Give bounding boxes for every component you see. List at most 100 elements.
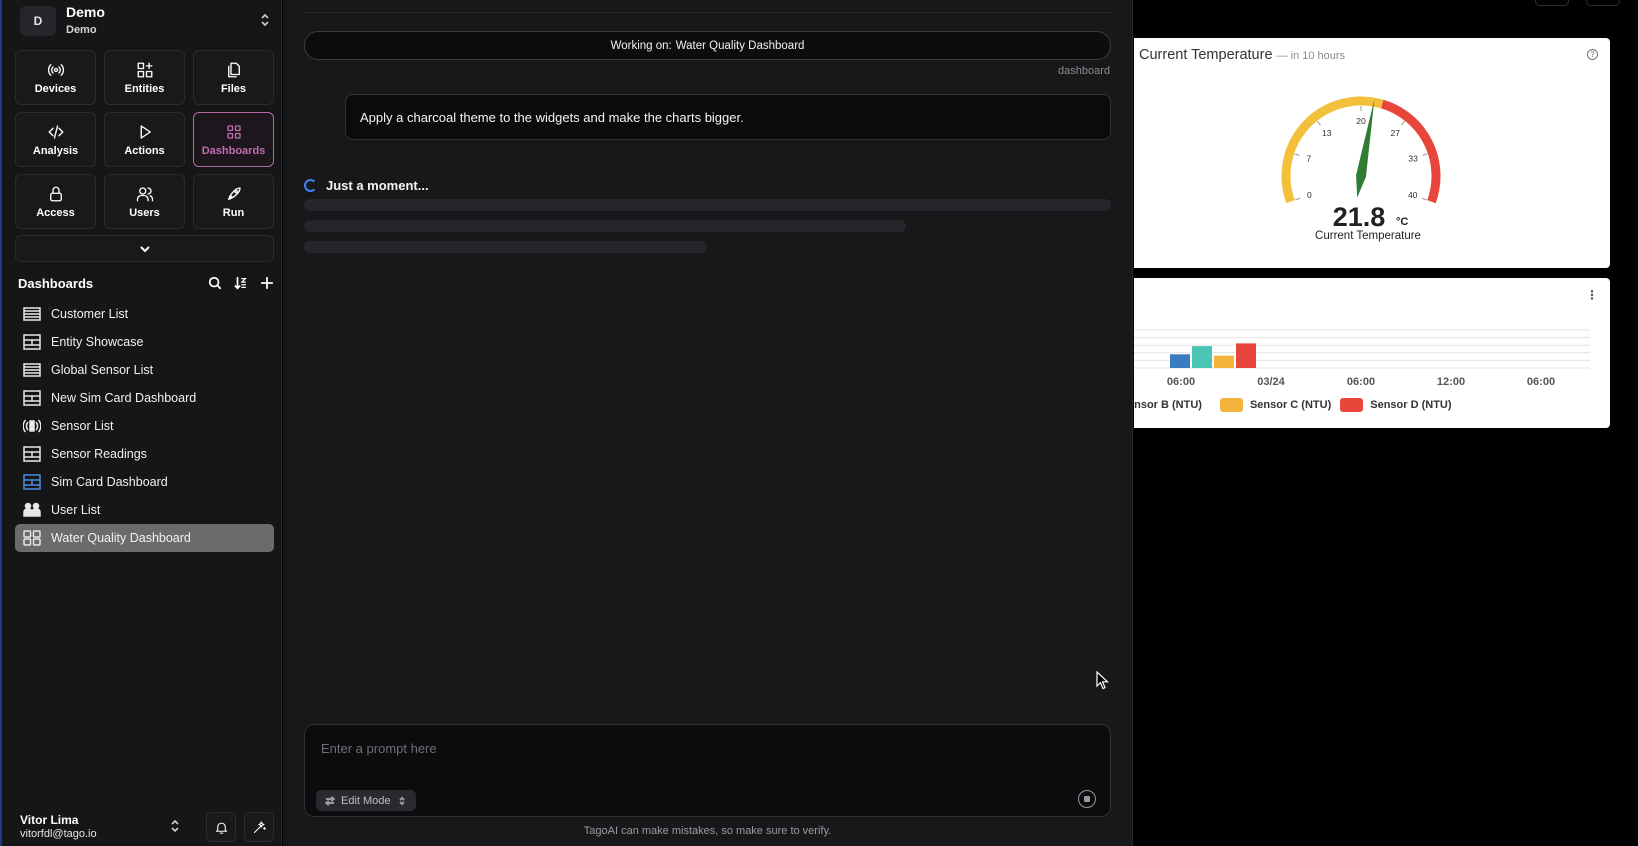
nav-label: Actions <box>124 144 165 157</box>
chart-bar <box>1192 346 1212 368</box>
ai-chat-panel: Working on: Water Quality Dashboard dash… <box>283 0 1133 846</box>
disclaimer: TagoAI can make mistakes, so make sure t… <box>583 825 832 837</box>
dashboard-item[interactable]: Customer List <box>15 300 274 328</box>
devices-icon <box>47 63 64 76</box>
nav-label: Users <box>129 206 160 219</box>
gauge-tick-mark <box>1401 120 1405 126</box>
chart-x-ticks: 06:00 03/24 06:00 12:00 06:00 <box>1167 376 1555 388</box>
nav-label: Dashboards <box>201 144 266 157</box>
user-message: Apply a charcoal theme to the widgets an… <box>345 94 1111 140</box>
chart-bar <box>1214 355 1234 368</box>
dashboard-item-active[interactable]: Water Quality Dashboard <box>15 524 274 552</box>
legend-item[interactable]: Sensor D (NTU) <box>1340 398 1452 412</box>
people-icon <box>23 502 41 518</box>
sidebar: D Demo Demo Devices Entities Files Analy… <box>0 0 282 846</box>
table-icon <box>23 306 41 322</box>
dashboard-item[interactable]: Entity Showcase <box>15 328 274 356</box>
gauge-label: Current Temperature <box>1315 230 1421 242</box>
nav-run[interactable]: Run <box>193 174 274 229</box>
broadcast-icon <box>22 418 42 434</box>
ai-assistant-button[interactable] <box>244 812 274 842</box>
chart-x-tick-label: 12:00 <box>1437 376 1465 388</box>
dashboard-item-label: Global Sensor List <box>51 363 154 377</box>
dashboard-item[interactable]: User List <box>15 496 274 524</box>
bar-chart: 06:00 03/24 06:00 12:00 06:00 <box>1134 329 1590 388</box>
stop-button[interactable] <box>1078 790 1096 808</box>
gauge-tick-mark <box>1317 120 1321 126</box>
nav-label: Analysis <box>32 144 79 157</box>
org-subtitle: Demo <box>66 24 97 36</box>
sort-icon[interactable] <box>234 276 248 290</box>
nav-label: Entities <box>124 82 165 95</box>
prompt-input[interactable] <box>321 737 1081 759</box>
nav-actions[interactable]: Actions <box>104 112 185 167</box>
dashboard-item[interactable]: Global Sensor List <box>15 356 274 384</box>
grid-icon <box>23 530 41 546</box>
chevron-down-icon <box>139 245 150 252</box>
legend-item[interactable]: ensor B (NTU) <box>1134 399 1202 411</box>
working-title: Water Quality Dashboard <box>675 39 805 52</box>
dashboard-item[interactable]: Sensor List <box>15 412 274 440</box>
files-icon <box>227 62 240 77</box>
chart-bar <box>1170 354 1190 368</box>
nav-users[interactable]: Users <box>104 174 185 229</box>
nav-label: Files <box>220 82 247 95</box>
legend-label: Sensor C (NTU) <box>1249 399 1332 411</box>
dashboard-item[interactable]: New Sim Card Dashboard <box>15 384 274 412</box>
user-email: vitorfdl@tago.io <box>20 828 97 840</box>
gauge-widget: Current Temperature — in 10 hours ? 0 7 13… <box>1134 38 1610 268</box>
lock-icon <box>49 186 62 201</box>
chart-bar <box>1236 343 1256 368</box>
dashboards-header: Dashboards <box>18 274 274 292</box>
nav-label: Devices <box>34 82 77 95</box>
entities-icon <box>137 62 152 77</box>
nav-devices[interactable]: Devices <box>15 50 96 105</box>
gauge-tick-label: 40 <box>1408 190 1418 200</box>
nav-entities[interactable]: Entities <box>104 50 185 105</box>
toolbar-button[interactable] <box>1535 0 1569 6</box>
edit-mode-select[interactable]: Edit Mode <box>316 790 416 811</box>
search-icon[interactable] <box>208 276 222 290</box>
nav-access[interactable]: Access <box>15 174 96 229</box>
notifications-button[interactable] <box>206 812 236 842</box>
nav-label: Access <box>36 206 75 219</box>
mouse-cursor-icon <box>1096 671 1110 690</box>
layout-blue-icon <box>23 474 41 490</box>
rocket-icon <box>227 186 241 200</box>
skeleton-line <box>304 220 906 232</box>
gauge-tick-mark <box>1294 153 1300 156</box>
plus-icon[interactable] <box>260 276 274 290</box>
dashboard-item-label: Sensor List <box>51 419 114 433</box>
working-on-banner: Working on: Water Quality Dashboard <box>304 31 1111 60</box>
org-avatar: D <box>20 6 56 36</box>
nav-files[interactable]: Files <box>193 50 274 105</box>
dashboard-item[interactable]: Sensor Readings <box>15 440 274 468</box>
dashboard-item-label: Sim Card Dashboard <box>51 475 168 489</box>
legend-item[interactable]: Sensor C (NTU) <box>1219 398 1332 412</box>
user-menu: Vitor Lima vitorfdl@tago.io <box>20 812 274 842</box>
bar-chart-widget: ⋮ 06:00 03/24 06:00 12:00 06:00 ensor B (NTU… <box>1134 278 1610 428</box>
chevron-updown-icon[interactable] <box>260 13 270 30</box>
chevron-updown-icon[interactable] <box>170 819 180 836</box>
grid-icon <box>226 124 241 139</box>
chart-bars <box>1170 343 1256 368</box>
nav-expand-button[interactable] <box>15 235 274 262</box>
gauge-chart: 0 7 13 20 27 33 40 21.8 °C Current Temperature <box>1281 96 1441 242</box>
nav-dashboards[interactable]: Dashboards <box>193 112 274 167</box>
dashboard-item[interactable]: Sim Card Dashboard <box>15 468 274 496</box>
gauge-tick-label: 33 <box>1408 154 1418 164</box>
chart-x-tick-label: 06:00 <box>1347 376 1375 388</box>
table-icon <box>23 362 41 378</box>
org-switcher[interactable]: D Demo Demo <box>20 4 270 38</box>
user-profile[interactable]: Vitor Lima vitorfdl@tago.io <box>20 813 170 841</box>
loading-status: Just a moment... <box>304 178 429 193</box>
dashboards-title: Dashboards <box>18 275 94 291</box>
legend-swatch <box>1219 398 1243 412</box>
nav-analysis[interactable]: Analysis <box>15 112 96 167</box>
context-tag: dashboard <box>1058 65 1110 77</box>
gauge-tick-label: 0 <box>1307 190 1312 200</box>
toolbar-button[interactable] <box>1586 0 1620 6</box>
gauge-tick-label: 27 <box>1391 128 1401 138</box>
user-name: Vitor Lima <box>20 813 79 827</box>
stop-icon <box>1084 796 1090 802</box>
